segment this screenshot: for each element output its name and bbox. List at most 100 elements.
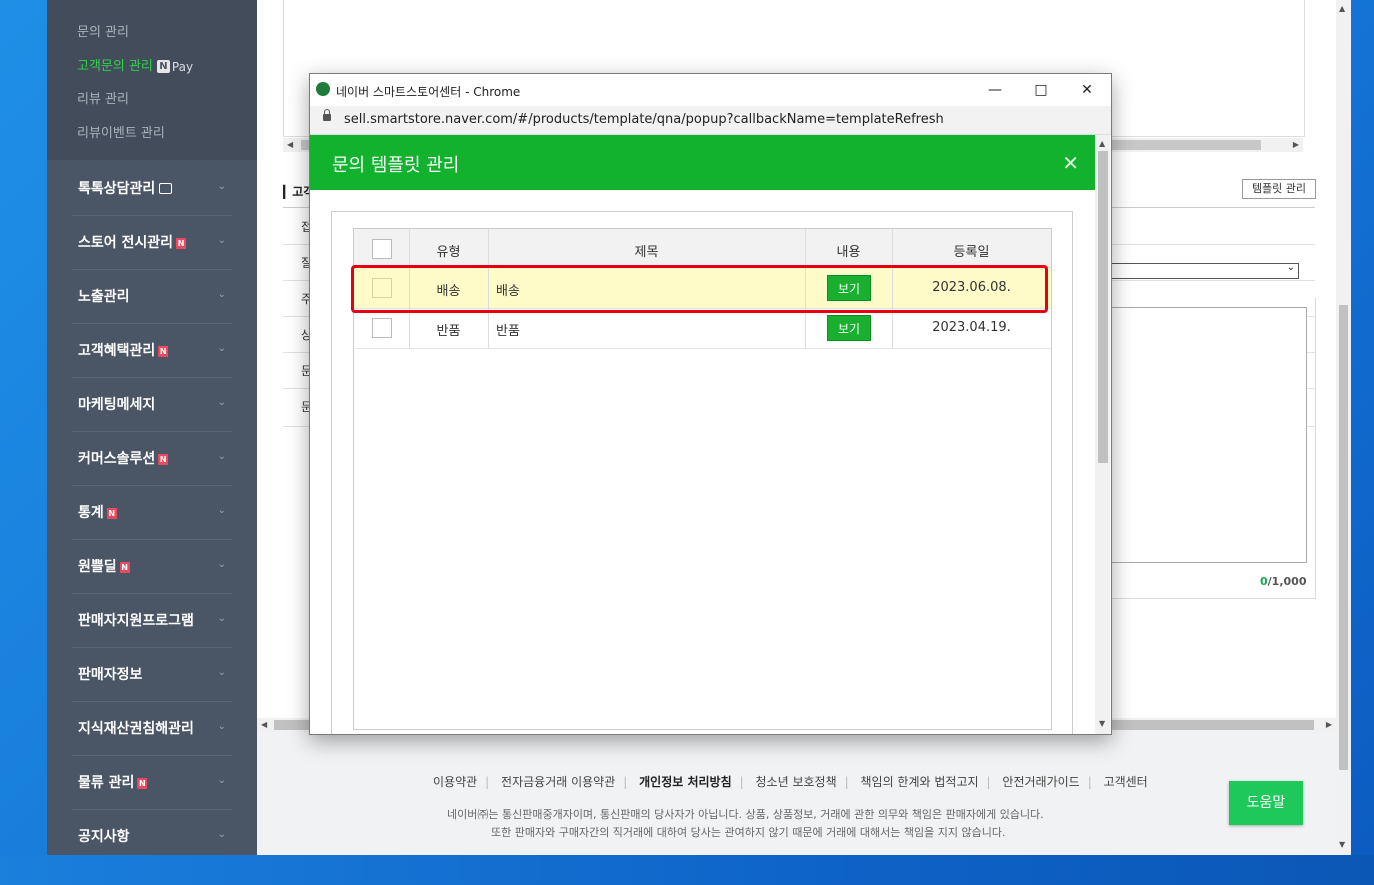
row-title: 배송 [496,284,520,299]
template-popup-window: 네이버 스마트스토어센터 - Chrome — □ ✕ sell.smartst… [309,73,1112,735]
footer-link-terms[interactable]: 이용약관 [433,775,477,789]
chevron-down-icon: ⌄ [217,505,226,516]
footer-link-customer-center[interactable]: 고객센터 [1104,775,1148,789]
sidebar-subitem-customer-inquiry[interactable]: 고객문의 관리 N Pay [77,55,193,74]
template-select[interactable]: ⌄ [1097,262,1299,279]
scroll-left-icon[interactable]: ◀ [287,140,293,149]
npay-badge: N [156,60,170,73]
col-content: 내용 [836,245,861,260]
column-divider [409,229,410,349]
chevron-down-icon: ⌄ [217,235,226,246]
sidebar-item-one-plus-deal[interactable]: 원쁠딜 N ⌄ [72,539,232,594]
row-type: 배송 [436,284,461,299]
scroll-right-icon[interactable]: ▶ [1326,720,1332,729]
sidebar-submenu: 문의 관리 고객문의 관리 N Pay 리뷰 관리 리뷰이벤트 관리 [47,0,257,160]
sidebar-item-talktalk[interactable]: 톡톡상담관리 ⌄ [72,161,232,216]
row-checkbox[interactable] [372,278,392,298]
sidebar-item-exposure[interactable]: 노출관리 ⌄ [72,269,232,324]
footer-note: 또한 판매자와 구매자간의 직거래에 대하여 당사는 관여하지 않기 때문에 거… [491,826,1006,839]
sidebar-item-store-display[interactable]: 스토어 전시관리 N ⌄ [72,215,232,270]
url-text: sell.smartstore.naver.com/#/products/tem… [344,112,944,127]
view-button[interactable]: 보기 [827,275,871,301]
chevron-down-icon: ⌄ [1286,262,1295,273]
chevron-down-icon: ⌄ [217,181,226,192]
sidebar-item-statistics[interactable]: 통계 N ⌄ [72,485,232,540]
template-list-container: 유형 제목 내용 등록일 배송 배송 보기 2023.06.08. 반품 반품 [331,211,1073,734]
sidebar-item-logistics[interactable]: 물류 관리 N ⌄ [72,755,232,810]
address-bar[interactable]: sell.smartstore.naver.com/#/products/tem… [310,106,1111,135]
new-badge: N [176,237,187,249]
scroll-down-icon[interactable]: ▼ [1099,719,1105,728]
pay-label: Pay [171,59,194,74]
sidebar-subitem-review-event[interactable]: 리뷰이벤트 관리 [77,122,165,141]
sidebar-item-marketing-message[interactable]: 마케팅메세지 ⌄ [72,377,232,432]
row-checkbox[interactable] [372,318,392,338]
chevron-down-icon: ⌄ [217,721,226,732]
page-vertical-scrollbar[interactable]: ▲ ▼ [1336,0,1351,855]
popup-window-title: 네이버 스마트스토어센터 - Chrome [336,85,521,99]
footer-link-safe-trade[interactable]: 안전거래가이드 [1002,775,1079,789]
sidebar-item-seller-info[interactable]: 판매자정보 ⌄ [72,647,232,702]
col-date: 등록일 [953,245,990,260]
footer-note: 네이버㈜는 통신판매중개자이며, 통신판매의 당사자가 아닙니다. 상품, 상품… [447,808,1044,821]
footer-link-disclaimer[interactable]: 책임의 한계와 법적고지 [861,775,979,789]
column-divider [805,229,806,349]
sidebar-item-ip-infringement[interactable]: 지식재산권침해관리 ⌄ [72,701,232,756]
sidebar-subitem-review[interactable]: 리뷰 관리 [77,88,129,107]
scroll-up-icon[interactable]: ▲ [1099,139,1105,148]
chevron-down-icon: ⌄ [217,289,226,300]
chevron-down-icon: ⌄ [217,667,226,678]
help-button[interactable]: 도움말 [1229,781,1303,825]
scroll-down-icon[interactable]: ▼ [1339,840,1345,849]
scrollbar-thumb[interactable] [1098,151,1108,463]
lock-icon [323,109,331,121]
footer-link-efinance-terms[interactable]: 전자금융거래 이용약관 [501,775,615,789]
sidebar-item-customer-benefit[interactable]: 고객혜택관리 N ⌄ [72,323,232,378]
footer-link-youth-policy[interactable]: 청소년 보호정책 [756,775,837,789]
chat-icon [159,182,173,194]
table-row[interactable]: 배송 배송 보기 2023.06.08. [354,268,1051,309]
close-icon[interactable]: ✕ [1062,151,1079,175]
select-all-checkbox[interactable] [372,239,392,259]
sidebar-subitem-inquiry[interactable]: 문의 관리 [77,21,129,40]
scroll-up-icon[interactable]: ▲ [1339,4,1345,13]
close-window-button[interactable]: ✕ [1072,79,1102,101]
col-type: 유형 [436,245,461,260]
maximize-button[interactable]: □ [1026,79,1056,101]
popup-header: 문의 템플릿 관리 ✕ [310,135,1095,190]
new-badge: N [106,507,117,519]
popup-title: 문의 템플릿 관리 [332,155,460,176]
popup-body: 문의 템플릿 관리 ✕ 유형 제목 내용 등록일 배송 배송 보기 2023.0… [310,135,1095,734]
row-date: 2023.06.08. [932,280,1011,295]
scroll-right-icon[interactable]: ▶ [1293,140,1299,149]
minimize-button[interactable]: — [980,79,1010,101]
popup-vertical-scrollbar[interactable]: ▲ ▼ [1095,135,1110,734]
sidebar-item-seller-support[interactable]: 판매자지원프로그램 ⌄ [72,593,232,648]
chevron-down-icon: ⌄ [217,397,226,408]
desktop-background [0,855,1374,885]
view-button[interactable]: 보기 [827,315,871,341]
col-title: 제목 [634,245,659,260]
sidebar-item-notice[interactable]: 공지사항 ⌄ [72,809,232,855]
chevron-down-icon: ⌄ [217,343,226,354]
column-divider [892,229,893,349]
answer-textarea[interactable] [1097,307,1307,563]
template-table: 유형 제목 내용 등록일 배송 배송 보기 2023.06.08. 반품 반품 [353,228,1052,730]
popup-titlebar: 네이버 스마트스토어센터 - Chrome — □ ✕ [310,74,1111,106]
table-row[interactable]: 반품 반품 보기 2023.04.19. [354,308,1051,349]
chevron-down-icon: ⌄ [217,451,226,462]
sidebar: 문의 관리 고객문의 관리 N Pay 리뷰 관리 리뷰이벤트 관리 톡톡상담관리 ⌄… [47,0,257,855]
scrollbar-thumb[interactable] [1339,305,1348,770]
scroll-left-icon[interactable]: ◀ [261,720,267,729]
chevron-down-icon: ⌄ [217,559,226,570]
char-count: 0/1,000 [1260,575,1307,588]
footer-links: 이용약관 | 전자금융거래 이용약관 | 개인정보 처리방침 | 청소년 보호정책 | … [433,775,1148,789]
template-manage-button[interactable]: 템플릿 관리 [1242,179,1316,199]
row-type: 반품 [436,324,461,339]
footer-link-privacy[interactable]: 개인정보 처리방침 [639,775,732,789]
sidebar-item-commerce-solution[interactable]: 커머스솔루션 N ⌄ [72,431,232,486]
chevron-down-icon: ⌄ [217,829,226,840]
smartstore-logo-icon [316,82,330,96]
new-badge: N [137,777,148,789]
new-badge: N [158,453,169,465]
